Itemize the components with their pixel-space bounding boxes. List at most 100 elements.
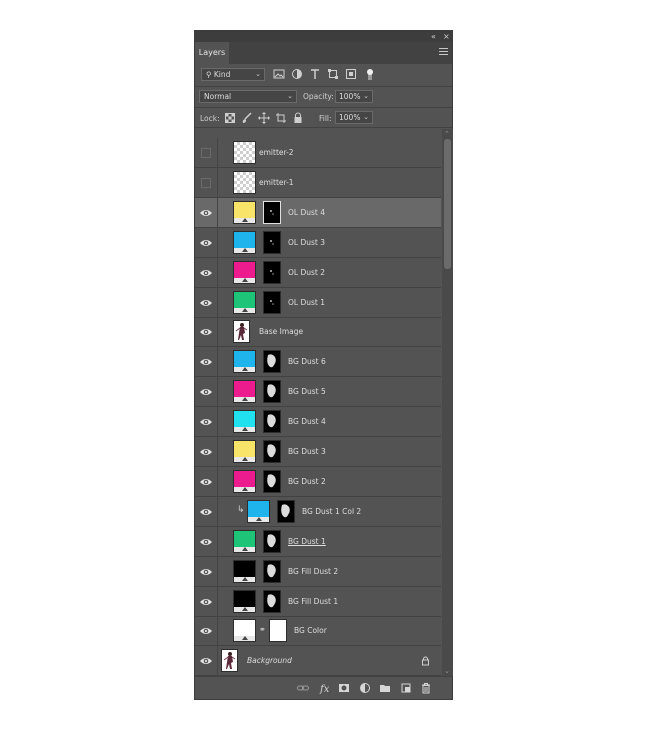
layer-mask-thumbnail[interactable] xyxy=(277,499,295,523)
layer-name[interactable]: emitter-2 xyxy=(259,138,294,168)
layer-name[interactable]: BG Dust 5 xyxy=(288,377,326,407)
layer-mask-thumbnail[interactable] xyxy=(263,260,281,284)
eye-icon[interactable] xyxy=(199,385,213,399)
layer-mask-thumbnail[interactable] xyxy=(263,230,281,254)
adjustment-filter-icon[interactable] xyxy=(291,68,303,80)
layer-mask-thumbnail[interactable] xyxy=(263,290,281,314)
layer-name[interactable]: BG Dust 1 xyxy=(288,527,326,557)
new-layer-icon[interactable] xyxy=(400,682,412,694)
delete-layer-icon[interactable] xyxy=(420,682,432,694)
layer-mask-thumbnail[interactable] xyxy=(263,469,281,493)
layer-name[interactable]: OL Dust 2 xyxy=(288,258,325,288)
layer-thumbnail[interactable] xyxy=(233,380,256,404)
eye-icon[interactable] xyxy=(199,475,213,489)
layer-list-scrollbar[interactable]: ⌃ ⌄ xyxy=(442,129,453,676)
lock-artboard-icon[interactable] xyxy=(275,112,287,124)
eye-icon[interactable] xyxy=(199,595,213,609)
layer-thumbnail[interactable] xyxy=(233,440,256,463)
layer-thumbnail[interactable] xyxy=(233,589,256,613)
layer-thumbnail[interactable] xyxy=(233,559,256,583)
layer-thumbnail[interactable] xyxy=(233,320,250,344)
blend-mode-select[interactable]: Normal ⌄ xyxy=(199,90,297,103)
layer-name[interactable]: BG Fill Dust 1 xyxy=(288,587,338,617)
layer-mask-thumbnail[interactable] xyxy=(263,589,281,613)
layer-thumbnail[interactable] xyxy=(233,469,256,493)
layer-row[interactable]: BG Fill Dust 2 xyxy=(195,556,441,587)
eye-icon[interactable] xyxy=(199,535,213,549)
layer-row[interactable]: emitter-1 xyxy=(195,167,441,198)
lock-transparent-icon[interactable] xyxy=(224,112,236,124)
eye-icon[interactable] xyxy=(199,654,213,668)
eye-icon[interactable] xyxy=(199,565,213,579)
layer-name[interactable]: OL Dust 4 xyxy=(288,198,325,228)
kind-filter-select[interactable]: ⚲ Kind ⌄ xyxy=(201,68,265,81)
new-group-icon[interactable] xyxy=(379,682,391,694)
fx-icon[interactable]: fx xyxy=(319,682,331,694)
lock-all-icon[interactable] xyxy=(292,112,304,124)
lock-pixels-icon[interactable] xyxy=(241,112,253,124)
lock-position-icon[interactable] xyxy=(258,112,270,124)
layer-row[interactable]: OL Dust 2 xyxy=(195,257,441,288)
layer-thumbnail[interactable] xyxy=(233,619,256,643)
eye-icon[interactable] xyxy=(199,445,213,459)
layer-mask-thumbnail[interactable] xyxy=(263,350,281,374)
layer-name[interactable]: BG Dust 6 xyxy=(288,347,326,377)
mask-link-icon[interactable]: ⚭ xyxy=(259,625,266,634)
eye-icon[interactable] xyxy=(199,296,213,310)
layer-name[interactable]: Base Image xyxy=(259,317,303,347)
layer-row[interactable]: Base Image xyxy=(195,317,441,348)
eye-icon[interactable] xyxy=(199,325,213,339)
layer-thumbnail[interactable] xyxy=(233,141,256,164)
layer-thumbnail[interactable] xyxy=(233,200,256,224)
layer-row[interactable]: ↳ BG Dust 1 Col 2 xyxy=(195,496,441,527)
layer-thumbnail[interactable] xyxy=(233,290,256,314)
layer-row[interactable]: emitter-2 xyxy=(195,138,441,168)
layer-name[interactable]: BG Dust 4 xyxy=(288,407,326,437)
layer-mask-thumbnail[interactable] xyxy=(263,380,281,404)
shape-filter-icon[interactable] xyxy=(327,68,339,80)
layer-name[interactable]: BG Fill Dust 2 xyxy=(288,557,338,587)
layer-row[interactable]: BG Dust 2 xyxy=(195,466,441,497)
scroll-down-icon[interactable]: ⌄ xyxy=(444,667,450,675)
close-panel-button[interactable]: × xyxy=(443,31,450,42)
scroll-up-icon[interactable]: ⌃ xyxy=(444,130,450,138)
eye-icon[interactable] xyxy=(199,206,213,220)
layer-mask-thumbnail[interactable] xyxy=(263,440,281,463)
eye-icon[interactable] xyxy=(199,624,213,638)
tab-layers[interactable]: Layers xyxy=(195,42,229,64)
collapse-panel-button[interactable]: « xyxy=(431,31,436,42)
layer-name[interactable]: BG Dust 2 xyxy=(288,467,326,497)
layer-name[interactable]: OL Dust 1 xyxy=(288,288,325,318)
layer-name[interactable]: emitter-1 xyxy=(259,168,294,198)
visibility-off-icon[interactable] xyxy=(199,146,213,160)
layer-mask-thumbnail[interactable] xyxy=(269,619,287,643)
layer-row[interactable]: BG Fill Dust 1 xyxy=(195,586,441,617)
scrollbar-thumb[interactable] xyxy=(444,139,451,269)
eye-icon[interactable] xyxy=(199,355,213,369)
layer-thumbnail[interactable] xyxy=(233,170,256,194)
layer-row[interactable]: BG Dust 5 xyxy=(195,377,441,408)
layer-name[interactable]: Background xyxy=(247,646,292,676)
layer-thumbnail[interactable] xyxy=(233,260,256,284)
layer-mask-thumbnail[interactable] xyxy=(263,529,281,553)
layer-thumbnail[interactable] xyxy=(233,350,256,374)
layer-mask-thumbnail[interactable] xyxy=(263,200,281,224)
layer-name[interactable]: OL Dust 3 xyxy=(288,228,325,258)
link-layers-icon[interactable] xyxy=(297,682,309,694)
layer-row[interactable]: BG Dust 4 xyxy=(195,407,441,438)
new-adjustment-icon[interactable] xyxy=(359,682,371,694)
panel-menu-icon[interactable] xyxy=(439,48,448,56)
type-filter-icon[interactable] xyxy=(309,68,321,80)
layer-row[interactable]: OL Dust 1 xyxy=(195,287,441,318)
opacity-field[interactable]: 100% ⌄ xyxy=(335,90,373,103)
visibility-off-icon[interactable] xyxy=(199,176,213,190)
layer-mask-thumbnail[interactable] xyxy=(263,410,281,434)
eye-icon[interactable] xyxy=(199,236,213,250)
layer-name[interactable]: BG Dust 3 xyxy=(288,437,326,467)
eye-icon[interactable] xyxy=(199,415,213,429)
layer-name[interactable]: BG Dust 1 Col 2 xyxy=(302,497,361,527)
fill-field[interactable]: 100% ⌄ xyxy=(335,111,373,124)
layer-thumbnail[interactable] xyxy=(247,499,270,523)
layer-row[interactable]: BG Dust 3 xyxy=(195,437,441,467)
layer-row[interactable]: Background xyxy=(195,646,441,676)
